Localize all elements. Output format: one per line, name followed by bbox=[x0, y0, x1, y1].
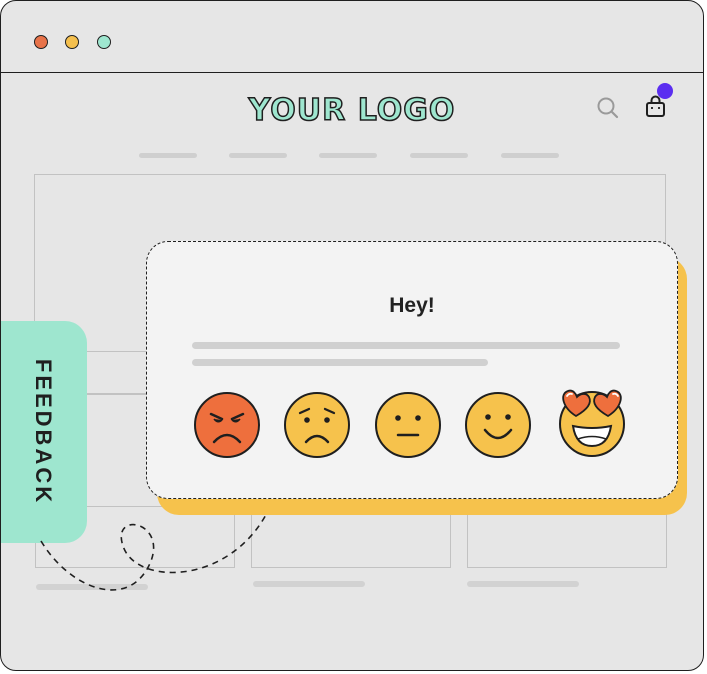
neutral-face-icon[interactable] bbox=[373, 390, 443, 460]
screenshot-frame: YOUR LOGO FEEDBACK Hey! bbox=[0, 0, 707, 674]
heart-eyes-face-icon[interactable] bbox=[553, 382, 631, 460]
feedback-text-placeholder bbox=[192, 342, 620, 349]
smiling-face-icon[interactable] bbox=[463, 390, 533, 460]
feedback-text-placeholder bbox=[192, 359, 488, 366]
feedback-card-title: Hey! bbox=[389, 294, 435, 317]
feedback-card: Hey! bbox=[146, 241, 678, 499]
angry-face-icon[interactable] bbox=[192, 390, 262, 460]
sad-face-icon[interactable] bbox=[282, 390, 352, 460]
browser-window: YOUR LOGO FEEDBACK Hey! bbox=[0, 0, 704, 671]
